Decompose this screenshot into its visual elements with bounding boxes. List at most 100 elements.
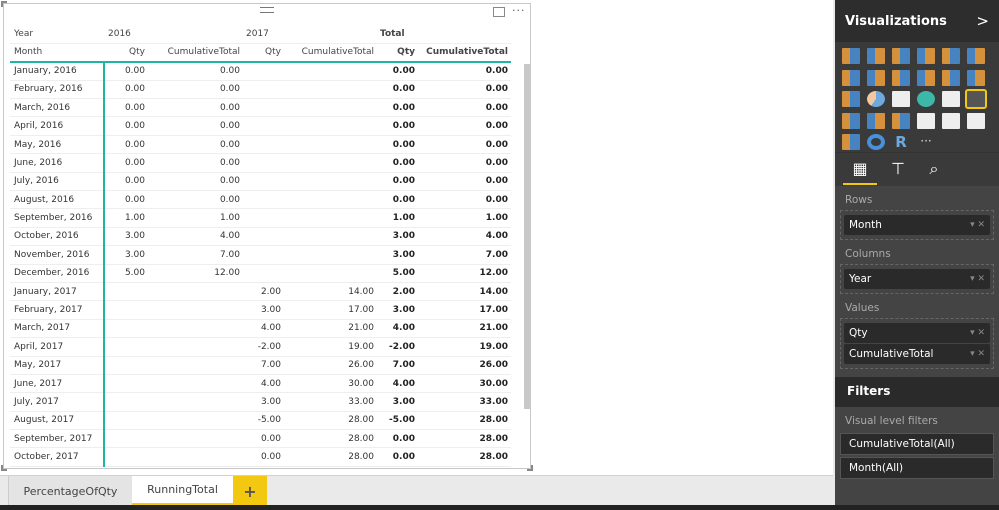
dropdown-close-icon[interactable]: ▾ ✕ xyxy=(970,328,985,338)
month-cell: January, 2016 xyxy=(10,61,105,81)
value-cell: 0.00 xyxy=(377,172,418,192)
year-label: Year xyxy=(10,25,104,44)
ribbon-icon[interactable] xyxy=(967,69,985,86)
area-icon[interactable] xyxy=(867,69,885,86)
fields-tab-icon[interactable]: ▦ xyxy=(843,159,877,185)
multi-row-card-icon[interactable] xyxy=(917,112,935,129)
kpi-icon[interactable] xyxy=(967,112,985,129)
value-cell: 1.00 xyxy=(377,208,418,228)
value-cell: 33.00 xyxy=(284,392,377,412)
month-cell: May, 2017 xyxy=(10,356,105,375)
r-visual-icon[interactable]: R xyxy=(892,134,910,150)
donut-icon[interactable] xyxy=(867,134,885,150)
matrix-icon[interactable] xyxy=(965,89,987,109)
field-chip-cumulativetotal[interactable]: CumulativeTotal ▾ ✕ xyxy=(844,344,990,364)
treemap-icon[interactable] xyxy=(892,91,910,107)
filter-cumulativetotal[interactable]: CumulativeTotal(All) xyxy=(840,433,994,455)
report-canvas: ··· Year 2016 2017 Total Month Qty Cumul… xyxy=(0,0,833,475)
value-cell xyxy=(284,172,377,192)
format-paint-roller-icon[interactable]: ⊤ xyxy=(881,159,915,185)
scatter-icon[interactable] xyxy=(842,91,860,107)
value-cell: 4.00 xyxy=(377,319,418,339)
total-cumulative-header[interactable]: CumulativeTotal xyxy=(418,43,511,63)
gauge-icon[interactable] xyxy=(892,112,910,129)
field-chip-qty[interactable]: Qty ▾ ✕ xyxy=(844,323,990,343)
slicer-icon[interactable] xyxy=(842,134,860,150)
analytics-magnifier-icon[interactable]: ⌕ xyxy=(917,159,951,185)
year-2017-header[interactable]: 2017 xyxy=(243,25,377,44)
add-page-button[interactable]: + xyxy=(233,476,267,506)
value-cell xyxy=(243,135,284,155)
value-cell: 0.00 xyxy=(377,429,418,449)
resize-handle[interactable] xyxy=(1,1,7,7)
value-cell: 0.00 xyxy=(148,98,243,118)
vertical-scrollbar[interactable] xyxy=(524,64,530,409)
clustered-column-icon[interactable] xyxy=(917,48,935,64)
funnel-icon[interactable] xyxy=(867,112,885,129)
value-cell: 0.00 xyxy=(243,429,284,449)
tab-percentageofqty[interactable]: PercentageOfQty xyxy=(8,476,132,506)
dropdown-close-icon[interactable]: ▾ ✕ xyxy=(970,220,985,230)
value-cell: 30.00 xyxy=(418,374,511,394)
total-qty-header[interactable]: Qty xyxy=(377,43,418,63)
line-clustered-column-icon[interactable] xyxy=(942,69,960,86)
pie-icon[interactable] xyxy=(867,91,885,107)
matrix-visual[interactable]: ··· Year 2016 2017 Total Month Qty Cumul… xyxy=(1,1,533,471)
value-cell: 5.00 xyxy=(377,264,418,283)
value-cell xyxy=(104,429,148,449)
line-column-icon[interactable] xyxy=(917,69,935,86)
columns-well[interactable]: Year ▾ ✕ xyxy=(840,264,994,294)
field-chip-month[interactable]: Month ▾ ✕ xyxy=(844,215,990,235)
line-icon[interactable] xyxy=(842,69,860,86)
value-cell xyxy=(148,392,243,412)
value-cell: 28.00 xyxy=(284,429,377,449)
values-well[interactable]: Qty ▾ ✕ CumulativeTotal ▾ ✕ xyxy=(840,318,994,369)
month-cell: August, 2017 xyxy=(10,411,105,431)
100-stacked-column-icon[interactable] xyxy=(967,48,985,64)
resize-handle[interactable] xyxy=(527,465,533,471)
month-cell: September, 2016 xyxy=(10,208,105,228)
more-icon[interactable]: ··· xyxy=(917,134,935,150)
table-row: November, 2016 3.00 7.00 3.00 7.00 xyxy=(10,245,511,265)
drag-grip-icon[interactable] xyxy=(260,7,274,13)
value-cell: -5.00 xyxy=(243,411,284,431)
qty-header[interactable]: Qty xyxy=(104,43,148,63)
month-label[interactable]: Month xyxy=(10,43,104,63)
filled-map-icon[interactable] xyxy=(842,112,860,129)
map-icon[interactable] xyxy=(917,91,935,107)
value-cell xyxy=(148,356,243,375)
focus-mode-icon[interactable] xyxy=(493,7,505,17)
month-cell: December, 2016 xyxy=(10,264,105,283)
stacked-column-icon[interactable] xyxy=(867,48,885,64)
table-row: September, 2016 1.00 1.00 1.00 1.00 xyxy=(10,208,511,228)
value-cell: 0.00 xyxy=(418,190,511,210)
qty-header[interactable]: Qty xyxy=(243,43,284,63)
stacked-area-icon[interactable] xyxy=(892,69,910,86)
month-cell: October, 2016 xyxy=(10,227,105,247)
value-cell: 3.00 xyxy=(377,245,418,265)
value-cell xyxy=(243,227,284,247)
chevron-right-icon[interactable]: > xyxy=(976,12,989,30)
rows-well[interactable]: Month ▾ ✕ xyxy=(840,210,994,240)
field-chip-year[interactable]: Year ▾ ✕ xyxy=(844,269,990,289)
table-row: February, 2017 3.00 17.00 3.00 17.00 xyxy=(10,300,511,320)
resize-handle[interactable] xyxy=(1,465,7,471)
cumulative-header[interactable]: CumulativeTotal xyxy=(284,43,377,63)
year-2016-header[interactable]: 2016 xyxy=(104,25,243,44)
dropdown-close-icon[interactable]: ▾ ✕ xyxy=(970,349,985,359)
clustered-bar-icon[interactable] xyxy=(892,48,910,64)
value-cell: 7.00 xyxy=(243,356,284,375)
dropdown-close-icon[interactable]: ▾ ✕ xyxy=(970,274,985,284)
stacked-bar-icon[interactable] xyxy=(842,48,860,64)
value-cell xyxy=(148,282,243,302)
chip-label: Month xyxy=(849,219,882,231)
card-icon[interactable] xyxy=(942,112,960,129)
tab-runningtotal[interactable]: RunningTotal xyxy=(132,476,233,506)
value-cell: -5.00 xyxy=(377,411,418,431)
value-cell: 1.00 xyxy=(104,208,148,228)
more-options-icon[interactable]: ··· xyxy=(512,4,526,17)
table-icon[interactable] xyxy=(942,91,960,107)
cumulative-header[interactable]: CumulativeTotal xyxy=(148,43,243,63)
filter-month[interactable]: Month(All) xyxy=(840,457,994,479)
100-stacked-bar-icon[interactable] xyxy=(942,48,960,64)
